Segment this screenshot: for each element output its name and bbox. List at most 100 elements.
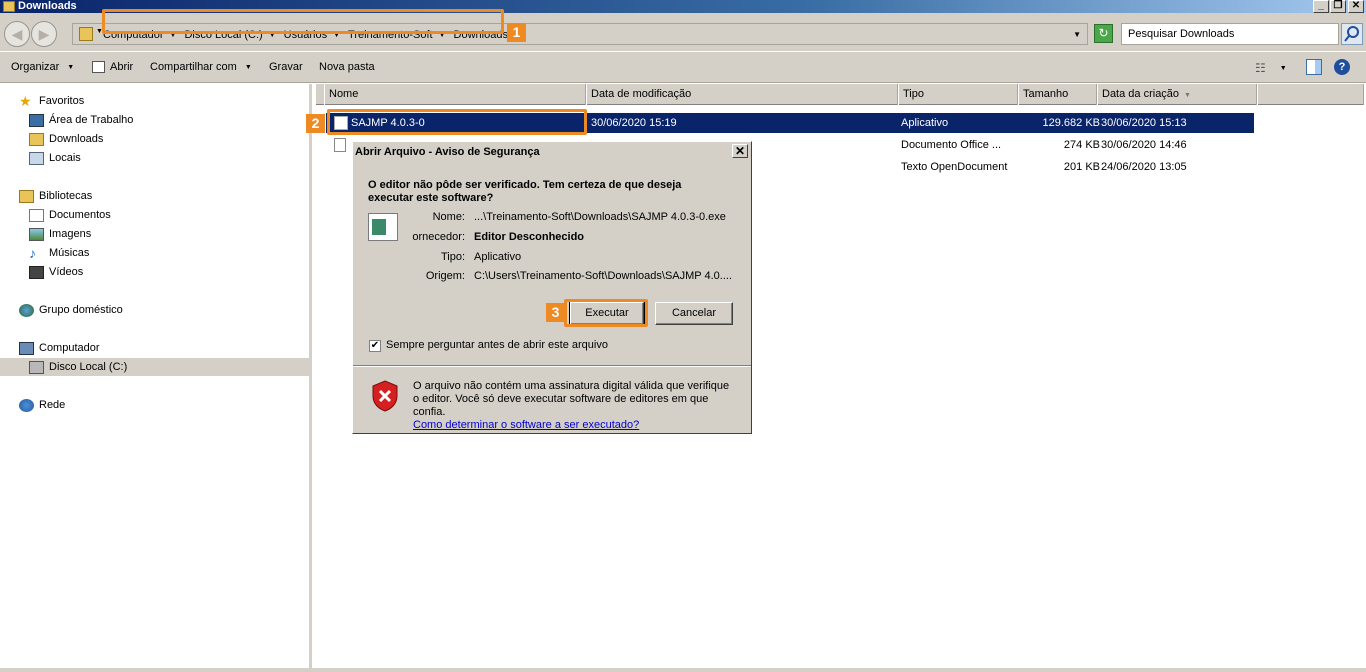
dialog-divider — [353, 365, 751, 367]
chevron-down-icon: ▼ — [67, 63, 75, 71]
value-name: ...\Treinamento-Soft\Downloads\SAJMP 4.0… — [474, 211, 726, 223]
burn-button[interactable]: Gravar — [269, 61, 303, 73]
toolbar: Organizar ▼ Abrir Compartilhar com ▼ Grava… — [0, 51, 1366, 83]
nav-pictures[interactable]: Imagens — [29, 225, 91, 243]
desktop-icon — [29, 113, 44, 127]
restore-button[interactable]: ❐ — [1330, 0, 1346, 13]
column-headers: Nome Data de modificação Tipo Tamanho Da… — [316, 84, 1364, 105]
step-badge-1: 1 — [507, 23, 526, 42]
warning-text: O arquivo não contém uma assinatura digi… — [413, 380, 730, 431]
back-button[interactable]: ◀ — [4, 21, 30, 47]
nav-network[interactable]: Rede — [19, 396, 65, 414]
open-button[interactable]: Abrir — [92, 61, 133, 73]
step-badge-3: 3 — [546, 303, 565, 322]
file-type: Texto OpenDocument — [901, 161, 1008, 173]
organize-menu[interactable]: Organizar ▼ — [11, 61, 74, 73]
nav-local-disk[interactable]: Disco Local (C:) — [0, 358, 309, 376]
nav-documents[interactable]: Documentos — [29, 206, 111, 224]
search-button[interactable] — [1341, 23, 1363, 45]
nav-desktop[interactable]: Área de Trabalho — [29, 111, 133, 129]
column-created[interactable]: Data da criação ▼ — [1097, 84, 1257, 105]
window-title: Downloads — [18, 0, 77, 12]
highlight-box-1 — [102, 9, 504, 34]
file-size: 201 KB — [1063, 161, 1100, 173]
highlight-box-2 — [327, 109, 587, 135]
cancel-button[interactable]: Cancelar — [655, 302, 733, 325]
close-window-button[interactable]: ✕ — [1348, 0, 1364, 13]
nav-places[interactable]: Locais — [29, 149, 81, 167]
shield-warning-icon — [372, 380, 398, 412]
preview-pane-button[interactable] — [1306, 59, 1322, 75]
security-warning-dialog: Abrir Arquivo - Aviso de Segurança ✕ O e… — [352, 141, 752, 434]
network-icon — [19, 398, 34, 412]
dialog-title: Abrir Arquivo - Aviso de Segurança — [354, 143, 750, 161]
documents-icon — [29, 208, 44, 222]
label-type: Tipo: — [440, 251, 465, 263]
homegroup-icon — [19, 303, 34, 317]
nav-computer[interactable]: Computador — [19, 339, 100, 357]
always-ask-label[interactable]: Sempre perguntar antes de abrir este arq… — [386, 339, 608, 351]
view-list-icon: ☷ — [1255, 61, 1266, 75]
help-icon: ? — [1338, 61, 1346, 73]
minimize-button[interactable]: _ — [1313, 0, 1329, 13]
nav-downloads[interactable]: Downloads — [29, 130, 103, 148]
disk-icon — [29, 360, 44, 374]
folder-icon — [3, 1, 15, 12]
step-badge-2: 2 — [306, 114, 325, 133]
file-type: Aplicativo — [901, 117, 949, 129]
column-name[interactable]: Nome — [324, 84, 586, 105]
document-icon — [334, 138, 346, 152]
history-dropdown-icon[interactable]: ▼ — [1073, 30, 1081, 39]
file-created: 30/06/2020 14:46 — [1101, 139, 1187, 151]
nav-homegroup[interactable]: Grupo doméstico — [19, 301, 123, 319]
label-origin: Origem: — [425, 270, 465, 282]
value-origin: C:\Users\Treinamento-Soft\Downloads\SAJM… — [474, 270, 732, 282]
refresh-button[interactable]: ↻ — [1094, 24, 1113, 43]
sort-indicator-icon: ▼ — [1184, 92, 1191, 99]
computer-icon — [19, 341, 34, 355]
view-options-button[interactable]: ☷ ▼ — [1255, 61, 1287, 75]
column-size[interactable]: Tamanho — [1018, 84, 1097, 105]
search-input[interactable]: Pesquisar Downloads — [1121, 23, 1339, 45]
file-size: 274 KB — [1063, 139, 1100, 151]
file-created: 24/06/2020 13:05 — [1101, 161, 1187, 173]
label-name: Nome: — [432, 211, 465, 223]
preview-pane-icon — [1315, 60, 1321, 74]
navigation-pane: ★ Favoritos Área de Trabalho Downloads Lo… — [0, 84, 312, 668]
column-empty — [1257, 84, 1364, 105]
help-button[interactable]: ? — [1334, 59, 1350, 75]
always-ask-checkbox[interactable]: ✔ — [369, 340, 381, 352]
downloads-folder-icon — [29, 132, 44, 146]
value-publisher: Editor Desconhecido — [474, 231, 585, 243]
pictures-icon — [29, 227, 44, 241]
music-icon: ♪ — [29, 244, 36, 261]
dialog-close-button[interactable]: ✕ — [732, 144, 748, 158]
videos-icon — [29, 265, 44, 279]
chevron-down-icon: ▼ — [1279, 64, 1287, 72]
star-icon: ★ — [19, 92, 32, 109]
share-menu[interactable]: Compartilhar com ▼ — [150, 61, 252, 73]
file-modified: 30/06/2020 15:19 — [591, 117, 677, 129]
nav-videos[interactable]: Vídeos — [29, 263, 83, 281]
new-folder-button[interactable]: Nova pasta — [319, 61, 375, 73]
help-link[interactable]: Como determinar o software a ser executa… — [413, 419, 639, 431]
file-type: Documento Office ... — [901, 139, 1002, 151]
column-modified[interactable]: Data de modificação — [586, 84, 898, 105]
nav-libraries[interactable]: Bibliotecas — [19, 187, 92, 205]
nav-music[interactable]: ♪ Músicas — [29, 244, 89, 262]
folder-icon — [79, 27, 93, 41]
label-publisher: ornecedor: — [412, 231, 465, 243]
search-icon — [1344, 26, 1359, 42]
libraries-icon — [19, 189, 34, 203]
file-created: 30/06/2020 15:13 — [1101, 117, 1187, 129]
column-type[interactable]: Tipo — [898, 84, 1018, 105]
forward-button[interactable]: ▶ — [31, 21, 57, 47]
dialog-question: O editor não pôde ser verificado. Tem ce… — [368, 179, 682, 204]
value-type: Aplicativo — [474, 251, 522, 263]
open-icon — [92, 61, 105, 73]
places-icon — [29, 151, 44, 165]
nav-favorites[interactable]: ★ Favoritos — [19, 92, 84, 110]
status-bar — [0, 668, 1366, 672]
chevron-down-icon: ▼ — [244, 63, 252, 71]
highlight-box-3 — [564, 299, 648, 327]
